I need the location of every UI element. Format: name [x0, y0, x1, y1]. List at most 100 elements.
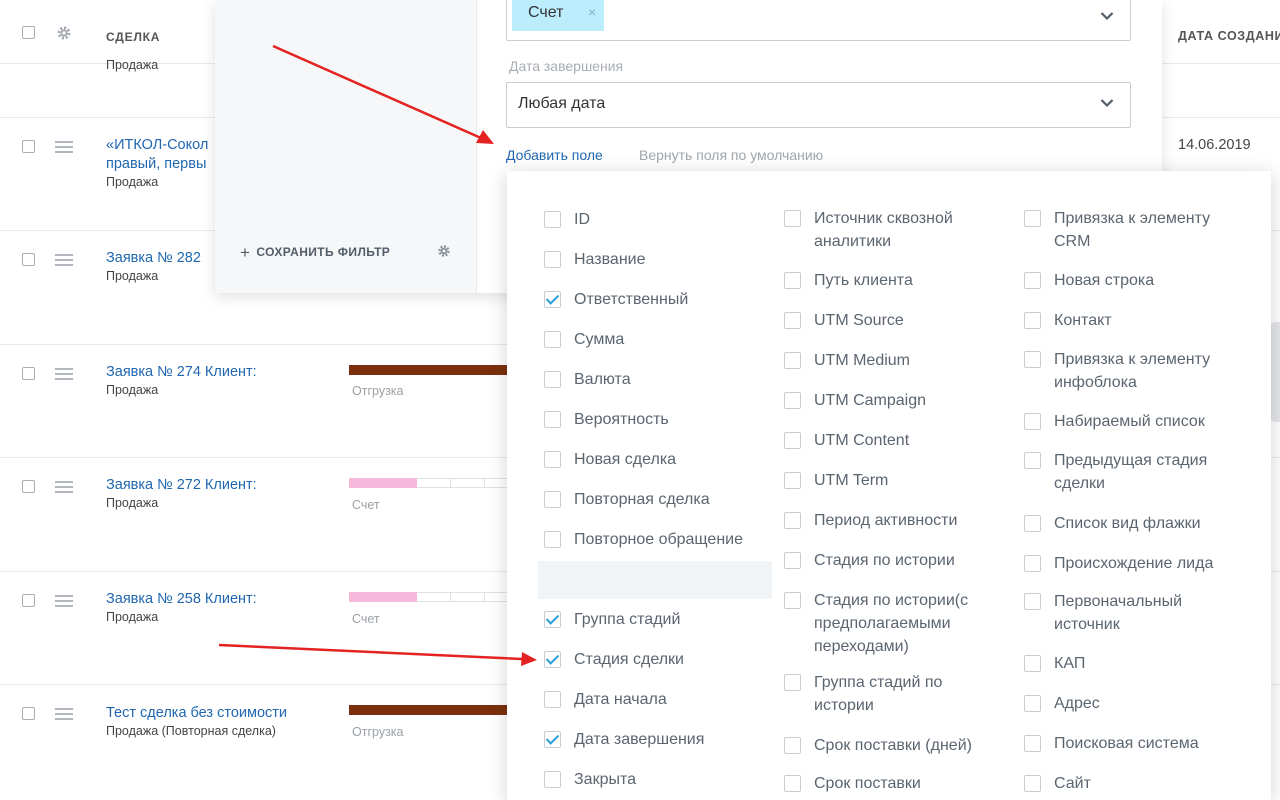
checkbox-icon[interactable]: [1024, 452, 1041, 469]
checkbox-icon[interactable]: [1024, 555, 1041, 572]
field-option[interactable]: Контакт: [1024, 309, 1219, 332]
checkbox-icon[interactable]: [1024, 655, 1041, 672]
field-option[interactable]: UTM Campaign: [784, 389, 979, 412]
drag-handle-icon[interactable]: [55, 481, 73, 496]
field-option[interactable]: Повторная сделка: [544, 488, 744, 511]
deal-title-link[interactable]: Заявка № 272 Клиент:: [106, 477, 257, 493]
field-option[interactable]: Стадия по истории: [784, 549, 979, 572]
field-option[interactable]: Сумма: [544, 328, 744, 351]
field-option[interactable]: Ответственный: [544, 288, 744, 311]
drag-handle-icon[interactable]: [55, 595, 73, 610]
stage-progress-bar[interactable]: [349, 705, 509, 715]
checkbox-icon[interactable]: [784, 737, 801, 754]
field-option[interactable]: Группа стадий: [544, 608, 744, 631]
checkbox-icon[interactable]: [1024, 413, 1041, 430]
field-option[interactable]: Срок поставки (дней): [784, 734, 979, 757]
deal-title-link[interactable]: «ИТКОЛ-Сокол: [106, 137, 208, 153]
drag-handle-icon[interactable]: [55, 141, 73, 156]
drag-handle-icon[interactable]: [55, 254, 73, 269]
drag-handle-icon[interactable]: [55, 708, 73, 723]
checkbox-icon[interactable]: [1024, 351, 1041, 368]
checkbox-icon[interactable]: [784, 592, 801, 609]
deal-title-link[interactable]: Заявка № 274 Клиент:: [106, 364, 257, 380]
checkbox-checked-icon[interactable]: [544, 731, 561, 748]
checkbox-icon[interactable]: [1024, 515, 1041, 532]
side-panel-handle[interactable]: [1270, 322, 1280, 422]
stage-progress-bar[interactable]: [349, 478, 509, 488]
field-option[interactable]: Срок поставки: [784, 772, 979, 795]
row-checkbox[interactable]: [22, 140, 35, 153]
checkbox-icon[interactable]: [784, 775, 801, 792]
row-checkbox[interactable]: [22, 707, 35, 720]
field-option[interactable]: Адрес: [1024, 692, 1219, 715]
field-option[interactable]: Валюта: [544, 368, 744, 391]
field-option[interactable]: Первоначальный источник: [1024, 590, 1219, 636]
checkbox-icon[interactable]: [1024, 775, 1041, 792]
add-field-link[interactable]: Добавить поле: [506, 147, 603, 163]
gear-icon[interactable]: [437, 244, 451, 258]
field-option[interactable]: Привязка к элементу CRM: [1024, 207, 1219, 253]
checkbox-icon[interactable]: [784, 472, 801, 489]
stage-progress-bar[interactable]: [349, 365, 509, 375]
field-option[interactable]: КАП: [1024, 652, 1219, 675]
field-option[interactable]: UTM Source: [784, 309, 979, 332]
field-option[interactable]: UTM Medium: [784, 349, 979, 372]
checkbox-icon[interactable]: [544, 411, 561, 428]
checkbox-checked-icon[interactable]: [544, 611, 561, 628]
field-option[interactable]: ID: [544, 208, 744, 231]
row-checkbox[interactable]: [22, 367, 35, 380]
stage-select[interactable]: Счет ×: [506, 0, 1131, 41]
checkbox-icon[interactable]: [1024, 272, 1041, 289]
field-option[interactable]: Стадия сделки: [544, 648, 744, 671]
checkbox-icon[interactable]: [784, 210, 801, 227]
column-header-deal[interactable]: СДЕЛКА: [106, 30, 160, 44]
checkbox-icon[interactable]: [784, 512, 801, 529]
field-option[interactable]: Источник сквозной аналитики: [784, 207, 979, 253]
checkbox-icon[interactable]: [784, 272, 801, 289]
checkbox-icon[interactable]: [544, 771, 561, 788]
checkbox-icon[interactable]: [1024, 695, 1041, 712]
deal-title-link[interactable]: Заявка № 282: [106, 250, 201, 266]
field-option[interactable]: UTM Term: [784, 469, 979, 492]
checkbox-icon[interactable]: [784, 552, 801, 569]
field-option[interactable]: Путь клиента: [784, 269, 979, 292]
deal-title-link[interactable]: Заявка № 258 Клиент:: [106, 591, 257, 607]
drag-handle-icon[interactable]: [55, 368, 73, 383]
checkbox-icon[interactable]: [784, 432, 801, 449]
field-option[interactable]: Набираемый список: [1024, 410, 1219, 433]
row-checkbox[interactable]: [22, 253, 35, 266]
checkbox-icon[interactable]: [784, 312, 801, 329]
deal-title-link-cont[interactable]: правый, первы: [106, 156, 206, 172]
field-option[interactable]: UTM Content: [784, 429, 979, 452]
reset-fields-link[interactable]: Вернуть поля по умолчанию: [639, 147, 823, 163]
checkbox-checked-icon[interactable]: [544, 651, 561, 668]
checkbox-icon[interactable]: [544, 691, 561, 708]
row-checkbox[interactable]: [22, 594, 35, 607]
column-header-date[interactable]: ДАТА СОЗДАНИ: [1178, 29, 1280, 43]
field-option[interactable]: Новая строка: [1024, 269, 1219, 292]
field-option[interactable]: Список вид флажки: [1024, 512, 1219, 535]
checkbox-icon[interactable]: [784, 392, 801, 409]
field-option[interactable]: Предыдущая стадия сделки: [1024, 449, 1219, 495]
field-option[interactable]: Происхождение лида: [1024, 552, 1219, 575]
field-option[interactable]: Период активности: [784, 509, 979, 532]
checkbox-icon[interactable]: [784, 674, 801, 691]
select-all-checkbox[interactable]: [22, 26, 35, 39]
close-date-select[interactable]: Любая дата: [506, 82, 1131, 128]
checkbox-icon[interactable]: [1024, 593, 1041, 610]
gear-icon[interactable]: [56, 25, 72, 41]
checkbox-checked-icon[interactable]: [544, 291, 561, 308]
field-option[interactable]: Сайт: [1024, 772, 1219, 795]
checkbox-icon[interactable]: [784, 352, 801, 369]
field-option[interactable]: Дата завершения: [544, 728, 744, 751]
field-option[interactable]: Группа стадий по истории: [784, 671, 979, 717]
field-option[interactable]: Новая сделка: [544, 448, 744, 471]
row-checkbox[interactable]: [22, 480, 35, 493]
field-option[interactable]: Название: [544, 248, 744, 271]
field-option[interactable]: Повторное обращение: [544, 528, 744, 551]
checkbox-icon[interactable]: [544, 211, 561, 228]
checkbox-icon[interactable]: [544, 371, 561, 388]
field-option[interactable]: Поисковая система: [1024, 732, 1219, 755]
checkbox-icon[interactable]: [1024, 312, 1041, 329]
field-option[interactable]: Закрыта: [544, 768, 744, 791]
